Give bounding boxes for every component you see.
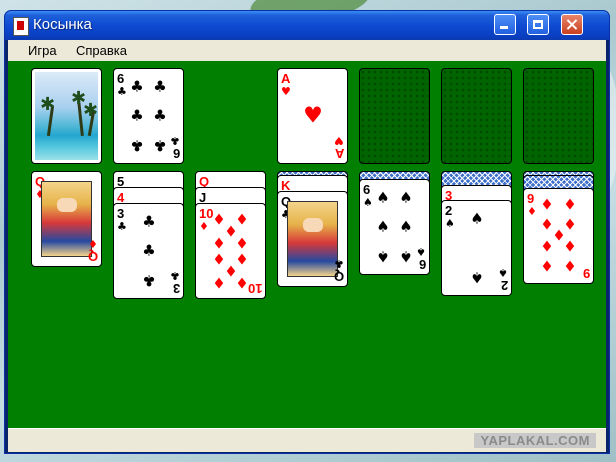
card-suit: ♦ bbox=[88, 237, 98, 250]
diamond-pip: ♦ bbox=[563, 237, 577, 256]
tableau-card[interactable]: 2 ♠ ♠ ♠ ♠ 2 bbox=[441, 200, 512, 296]
palm-leaves: ✱ bbox=[83, 100, 99, 121]
club-pip: ♣ bbox=[153, 136, 167, 155]
foundation-3[interactable] bbox=[441, 68, 512, 164]
spade-pip: ♠ bbox=[399, 217, 413, 236]
menu-help[interactable]: Справка bbox=[76, 43, 127, 58]
spade-pip: ♠ bbox=[399, 188, 413, 207]
club-pip: ♣ bbox=[142, 271, 156, 290]
queen-face-art bbox=[287, 201, 338, 277]
card-suit: ♣ bbox=[170, 134, 180, 147]
menu-game[interactable]: Игра bbox=[28, 43, 57, 58]
close-icon bbox=[562, 15, 582, 34]
menu-bar: Игра Справка bbox=[8, 40, 606, 61]
diamond-pip: ♦ bbox=[212, 274, 226, 293]
queen-face-art bbox=[41, 181, 92, 257]
card-rank: Q bbox=[87, 249, 98, 264]
card-rank: 9 bbox=[527, 191, 535, 206]
stock-pile[interactable]: ✱ ✱ ✱ bbox=[31, 68, 102, 164]
close-button[interactable] bbox=[561, 14, 583, 35]
club-pip: ♣ bbox=[130, 106, 144, 125]
foundation-1[interactable]: A ♥ ♥ ♥ A bbox=[277, 68, 348, 164]
minimize-button[interactable] bbox=[494, 14, 516, 35]
card-rank: 3 bbox=[117, 206, 125, 221]
card-rank: 6 bbox=[117, 71, 125, 86]
tableau-card[interactable]: Q ♣ ♣ Q bbox=[277, 191, 348, 287]
watermark: YAPLAKAL.COM bbox=[474, 433, 596, 448]
club-pip: ♣ bbox=[142, 212, 156, 231]
card-rank: 10 bbox=[247, 281, 262, 296]
card-rank: 9 bbox=[582, 266, 590, 281]
spade-pip: ♠ bbox=[470, 209, 484, 228]
card-rank: 3 bbox=[172, 281, 180, 296]
card-suit: ♣ bbox=[334, 257, 344, 270]
card-rank: 2 bbox=[445, 203, 453, 218]
card-suit: ♣ bbox=[117, 85, 127, 98]
card-suit: ♦ bbox=[527, 205, 537, 218]
card-suit: ♠ bbox=[445, 217, 455, 230]
card-suit: ♦ bbox=[199, 220, 209, 233]
palm-leaves: ✱ bbox=[40, 94, 56, 115]
spade-pip: ♠ bbox=[399, 247, 413, 266]
diamond-pip: ♦ bbox=[563, 195, 577, 214]
club-pip: ♣ bbox=[142, 241, 156, 260]
diamond-pip: ♦ bbox=[235, 274, 249, 293]
heart-pip: ♥ bbox=[303, 103, 323, 129]
card-rank: 6 bbox=[363, 182, 371, 197]
card-rank: 6 bbox=[172, 146, 180, 161]
spade-pip: ♠ bbox=[470, 268, 484, 287]
status-bar: YAPLAKAL.COM bbox=[8, 428, 606, 452]
diamond-pip: ♦ bbox=[563, 257, 577, 276]
minimize-icon bbox=[495, 15, 515, 34]
card-suit: ♠ bbox=[363, 196, 373, 209]
diamond-pip: ♦ bbox=[212, 234, 226, 253]
tableau-card[interactable]: 9 ♦ ♦ ♦ ♦ ♦ ♦ ♦ ♦ ♦ ♦ 9 bbox=[523, 188, 594, 284]
game-table[interactable]: ✱ ✱ ✱ 6 ♣ ♣ ♣ ♣ ♣ ♣ ♣ ♣ 6 A ♥ ♥ ♥ A ♦ ♦ … bbox=[8, 61, 606, 428]
window-title: Косынка bbox=[33, 16, 92, 33]
diamond-pip: ♦ bbox=[540, 257, 554, 276]
card-rank: A bbox=[281, 71, 291, 86]
card-rank: 2 bbox=[500, 278, 508, 293]
solitaire-window: Косынка Игра Справка ✱ ✱ ✱ 6 ♣ ♣ ♣ ♣ ♣ ♣… bbox=[4, 10, 610, 454]
card-rank: 6 bbox=[418, 257, 426, 272]
club-pip: ♣ bbox=[130, 136, 144, 155]
card-suit: ♥ bbox=[281, 85, 291, 98]
tableau-card[interactable]: Q ♦ ♦ Q bbox=[31, 171, 102, 267]
club-pip: ♣ bbox=[153, 77, 167, 96]
card-suit: ♣ bbox=[170, 269, 180, 282]
title-bar[interactable]: Косынка bbox=[5, 11, 609, 40]
maximize-icon bbox=[528, 15, 548, 34]
diamond-pip: ♦ bbox=[540, 237, 554, 256]
card-suit: ♣ bbox=[117, 220, 127, 233]
foundation-4[interactable] bbox=[523, 68, 594, 164]
maximize-button[interactable] bbox=[527, 14, 549, 35]
card-suit: ♠ bbox=[416, 245, 426, 258]
tableau-card[interactable]: 6 ♠ ♠ ♠ ♠ ♠ ♠ ♠ ♠ 6 bbox=[359, 179, 430, 275]
spade-pip: ♠ bbox=[376, 217, 390, 236]
card-suit: ♠ bbox=[498, 266, 508, 279]
beach-card-back: ✱ ✱ ✱ bbox=[35, 72, 98, 160]
tableau-card[interactable]: 3 ♣ ♣ ♣ ♣ ♣ 3 bbox=[113, 203, 184, 299]
card-rank: A bbox=[334, 146, 344, 161]
club-pip: ♣ bbox=[130, 77, 144, 96]
solitaire-app-icon bbox=[13, 17, 29, 36]
tableau-card[interactable]: 10 ♦ ♦ ♦ ♦ ♦ ♦ ♦ ♦ ♦ ♦ ♦ 10 bbox=[195, 203, 266, 299]
card-suit: ♥ bbox=[334, 134, 344, 147]
waste-pile-card[interactable]: 6 ♣ ♣ ♣ ♣ ♣ ♣ ♣ ♣ 6 bbox=[113, 68, 184, 164]
spade-pip: ♠ bbox=[376, 247, 390, 266]
club-pip: ♣ bbox=[153, 106, 167, 125]
diamond-pip: ♦ bbox=[540, 195, 554, 214]
spade-pip: ♠ bbox=[376, 188, 390, 207]
card-rank: Q bbox=[333, 269, 344, 284]
diamond-pip: ♦ bbox=[235, 234, 249, 253]
foundation-2[interactable] bbox=[359, 68, 430, 164]
